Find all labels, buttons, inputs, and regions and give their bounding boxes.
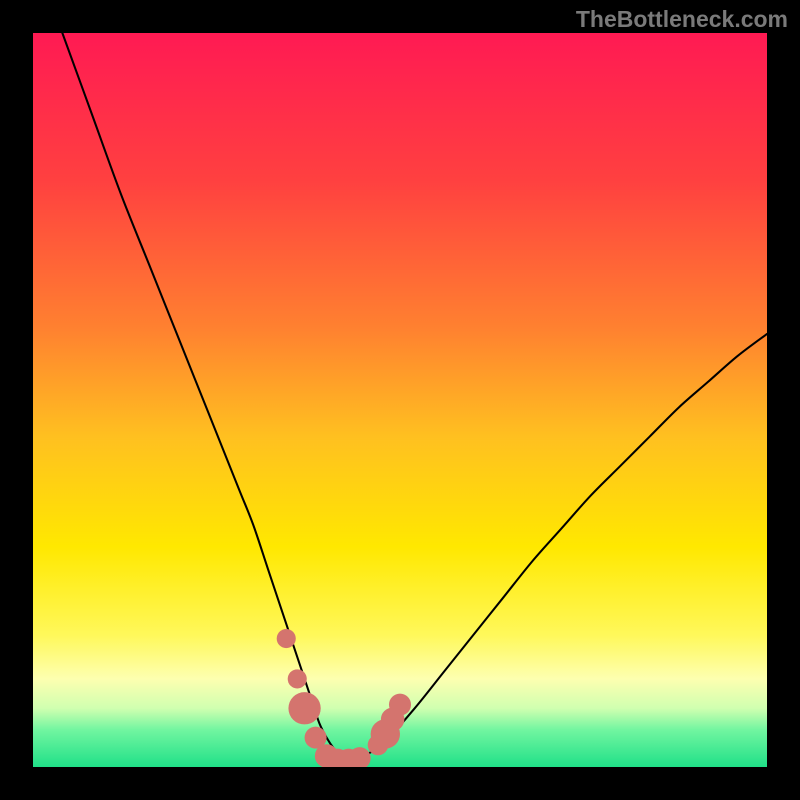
- marker-point: [288, 669, 307, 688]
- marker-point: [389, 694, 411, 716]
- plot-area: [33, 33, 767, 767]
- curve-layer: [33, 33, 767, 767]
- marker-point: [277, 629, 296, 648]
- chart-container: TheBottleneck.com: [0, 0, 800, 800]
- marker-point: [288, 692, 320, 724]
- bottleneck-curve: [62, 33, 767, 760]
- watermark-text: TheBottleneck.com: [576, 6, 788, 33]
- data-markers: [277, 629, 411, 767]
